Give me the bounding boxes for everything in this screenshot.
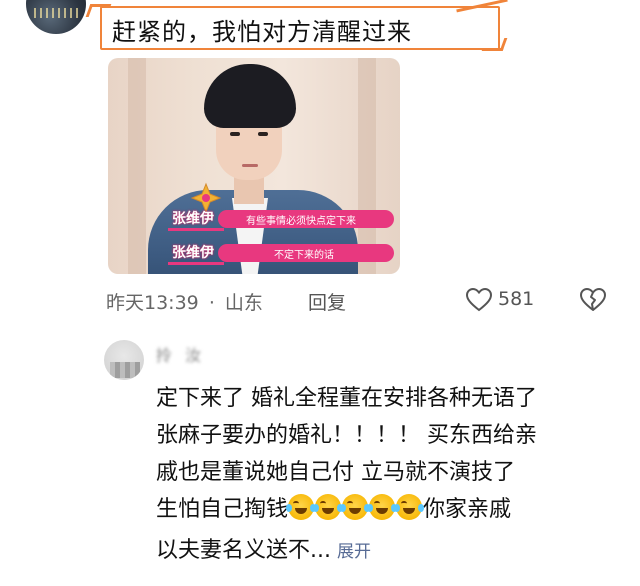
expand-link[interactable]: 展开	[337, 542, 371, 562]
subtitle-text: 不定下来的话	[274, 250, 334, 261]
subtitle-speaker: 张维伊	[172, 211, 214, 227]
comment-line: 戚也是董说她自己付 立马就不演技了	[156, 460, 515, 485]
laugh-cry-emoji-icon	[340, 494, 371, 520]
broken-heart-icon[interactable]	[580, 288, 606, 312]
subtitle-text: 有些事情必须快点定下来	[246, 216, 356, 227]
comment-time: 昨天13:39	[106, 292, 199, 314]
commenter-username[interactable]: 拎 汝	[156, 342, 205, 366]
laugh-cry-emoji-group	[286, 494, 425, 532]
video-thumbnail[interactable]: 张维伊 有些事情必须快点定下来 张维伊 不定下来的话	[108, 58, 400, 274]
like-count: 581	[498, 288, 535, 310]
comment-line: 你家亲戚	[423, 497, 512, 522]
comment-meta: 昨天13:39 · 山东	[106, 288, 263, 315]
comment-line: 定下来了 婚礼全程董在安排各种无语了	[156, 386, 537, 411]
comment-line: 以夫妻名义送不...	[156, 538, 331, 563]
highlight-corner-mark	[481, 38, 508, 51]
meta-separator: ·	[208, 292, 215, 314]
laugh-cry-emoji-icon	[367, 494, 398, 520]
laugh-cry-emoji-icon	[286, 494, 317, 520]
comment-location: 山东	[224, 292, 263, 314]
subtitle-speaker: 张维伊	[172, 245, 214, 261]
person-hair	[204, 64, 296, 128]
comment-line: 张麻子要办的婚礼！！！！ 买东西给亲	[156, 423, 537, 448]
highlighted-comment-text: 赶紧的，我怕对方清醒过来	[112, 18, 412, 46]
poster-avatar[interactable]	[26, 0, 86, 34]
laugh-cry-emoji-icon	[394, 494, 425, 520]
comment-body: 定下来了 婚礼全程董在安排各种无语了 张麻子要办的婚礼！！！！ 买东西给亲 戚也…	[156, 380, 626, 571]
heart-icon[interactable]	[466, 288, 492, 312]
commenter-avatar[interactable]	[104, 340, 144, 380]
comment-line: 生怕自己掏钱	[156, 497, 289, 522]
reply-button[interactable]: 回复	[308, 288, 346, 315]
laugh-cry-emoji-icon	[313, 494, 344, 520]
